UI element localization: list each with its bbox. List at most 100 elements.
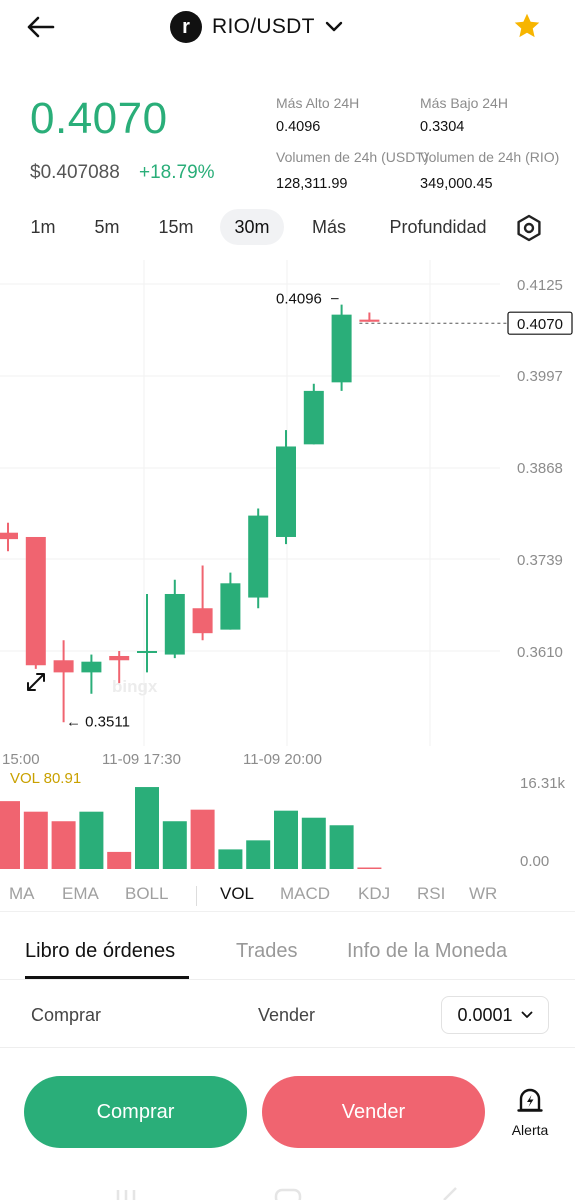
indicator-rsi[interactable]: RSI	[417, 884, 445, 904]
high-24h-label: Más Alto 24H	[276, 95, 360, 111]
indicator-tabs: MA EMA BOLL VOL MACD KDJ RSI WR	[0, 876, 575, 912]
candle-body	[192, 608, 213, 634]
candle-body	[331, 314, 352, 383]
market-tabs: Libro de órdenes Trades Info de la Moned…	[0, 920, 575, 980]
high-price-marker: 0.4096	[276, 291, 322, 308]
book-sell-label: Vender	[258, 1005, 316, 1025]
volume-bar	[107, 851, 132, 869]
volume-bar	[79, 811, 104, 869]
pair-selector[interactable]: r RIO/USDT	[170, 10, 343, 44]
interval-more[interactable]: Más	[302, 209, 356, 245]
favorite-button[interactable]	[512, 11, 546, 43]
usd-price: $0.407088	[30, 162, 120, 183]
interval-1m[interactable]: 1m	[20, 209, 66, 245]
interval-depth[interactable]: Profundidad	[378, 209, 498, 245]
volume-rio-label: Volumen de 24h (RIO)	[420, 149, 560, 165]
bell-lightning-icon	[517, 1088, 543, 1112]
candle-body	[220, 583, 241, 630]
buy-button[interactable]: Comprar	[24, 1076, 247, 1148]
top-bar: r RIO/USDT	[0, 0, 575, 54]
precision-value: 0.0001	[457, 1004, 513, 1025]
indicator-wr[interactable]: WR	[469, 884, 497, 904]
candle-body	[359, 319, 380, 322]
low-24h-label: Más Bajo 24H	[420, 95, 508, 111]
chevron-down-icon	[325, 21, 342, 32]
price-tick-label: 0.3739	[517, 552, 563, 569]
volume-tick-label: 0.00	[520, 853, 549, 870]
active-tab-underline	[25, 976, 189, 979]
high-24h-value: 0.4096	[276, 119, 321, 135]
book-buy-label: Comprar	[31, 1005, 102, 1025]
interval-tabs: 1m 5m 15m 30m Más Profundidad	[0, 205, 575, 249]
tab-order-book[interactable]: Libro de órdenes	[25, 940, 175, 963]
candle-body	[0, 532, 18, 540]
indicator-boll[interactable]: BOLL	[125, 884, 168, 904]
volume-bar	[357, 867, 382, 869]
indicator-kdj[interactable]: KDJ	[358, 884, 390, 904]
price-tick-label: 0.3868	[517, 460, 563, 477]
price-tick-label: 0.4125	[517, 277, 563, 294]
settings-hexagon-icon	[517, 214, 541, 242]
volume-bar	[0, 801, 20, 869]
indicator-ma[interactable]: MA	[9, 884, 35, 904]
candle-body	[53, 660, 74, 673]
candle-body	[276, 446, 296, 537]
star-icon	[514, 13, 540, 38]
volume-bar	[190, 809, 215, 869]
low-price-marker: ← 0.3511	[66, 714, 130, 731]
price-tick-label: 0.3997	[517, 368, 563, 385]
interval-30m[interactable]: 30m	[220, 209, 284, 245]
volume-usdt-label: Volumen de 24h (USDT)	[276, 149, 429, 165]
indicator-macd[interactable]: MACD	[280, 884, 330, 904]
volume-bar	[51, 821, 76, 869]
candle-body	[164, 593, 185, 655]
chevron-down-icon	[521, 1011, 532, 1018]
system-nav-hint	[116, 1187, 457, 1200]
volume-bar	[218, 849, 243, 869]
volume-bar	[246, 840, 271, 869]
order-book-header: Comprar Vender 0.0001	[0, 982, 575, 1048]
time-tick-label: 11-09 17:30	[102, 751, 181, 768]
indicator-separator	[196, 886, 197, 906]
indicator-ema[interactable]: EMA	[62, 884, 99, 904]
candle-body	[25, 536, 46, 666]
price-tick-label: 0.3610	[517, 644, 563, 661]
last-price: 0.4070	[30, 94, 168, 143]
chart-grid	[0, 260, 500, 746]
alert-button[interactable]: Alerta	[502, 1084, 558, 1144]
indicator-vol[interactable]: VOL	[220, 884, 254, 904]
candle-body	[137, 651, 157, 653]
candlesticks	[0, 304, 380, 723]
back-button[interactable]	[22, 10, 58, 44]
time-axis-labels: 15:00 11-09 17:30 11-09 20:00	[2, 751, 322, 768]
volume-bar	[23, 811, 48, 869]
candle-body	[303, 390, 324, 445]
alert-label: Alerta	[511, 1122, 549, 1138]
price-chart[interactable]: bingx 0.41250.39970.38680.37390.3610 15:…	[0, 256, 575, 874]
candle-body	[81, 661, 102, 673]
time-tick-label: 15:00	[2, 751, 40, 768]
time-tick-label: 11-09 20:00	[243, 751, 322, 768]
coin-logo: r	[170, 11, 202, 43]
volume-rio-value: 349,000.45	[420, 176, 493, 192]
chart-settings-button[interactable]	[514, 213, 544, 243]
candle-body	[248, 515, 269, 598]
precision-select[interactable]: 0.0001	[441, 996, 549, 1034]
candle-body	[109, 655, 130, 661]
coin-logo-letter: r	[182, 15, 190, 38]
volume-bar	[162, 821, 187, 869]
volume-bars	[0, 787, 382, 869]
interval-5m[interactable]: 5m	[84, 209, 130, 245]
current-price-label: 0.4070	[517, 316, 563, 333]
expand-icon	[27, 673, 45, 691]
volume-bar	[135, 787, 159, 869]
volume-usdt-value: 128,311.99	[276, 176, 348, 192]
arrow-left-icon	[27, 16, 55, 38]
pair-name: RIO/USDT	[212, 15, 315, 38]
interval-15m[interactable]: 15m	[150, 209, 202, 245]
tab-coin-info[interactable]: Info de la Moneda	[347, 940, 507, 963]
sell-button[interactable]: Vender	[262, 1076, 485, 1148]
low-24h-value: 0.3304	[420, 119, 465, 135]
tab-trades[interactable]: Trades	[236, 940, 298, 963]
expand-chart-button[interactable]	[27, 673, 45, 691]
